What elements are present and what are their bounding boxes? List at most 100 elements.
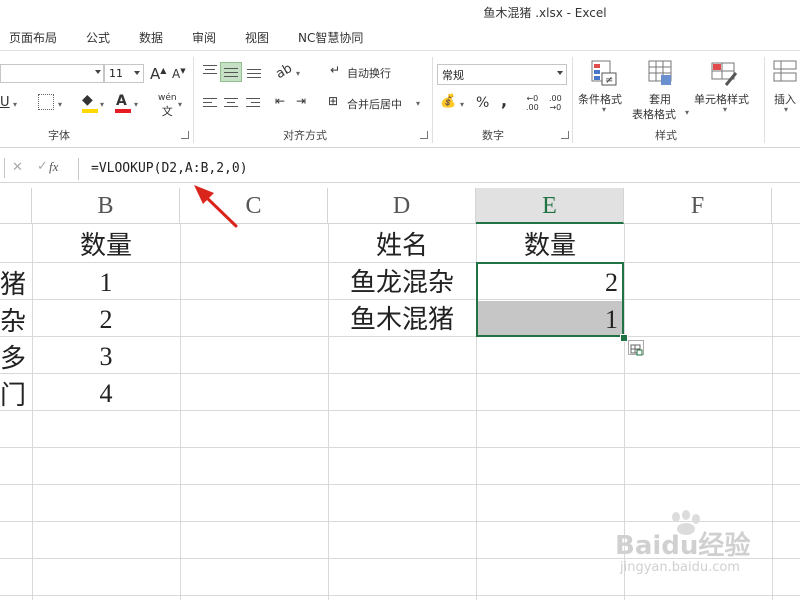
font-dialog-launcher-icon[interactable] xyxy=(181,131,189,139)
merge-dropdown-icon[interactable]: ▾ xyxy=(416,99,420,108)
comma-button[interactable]: , xyxy=(501,91,507,110)
tab-page-layout[interactable]: 页面布局 xyxy=(9,29,57,46)
cell-b5[interactable]: 4 xyxy=(32,375,180,412)
underline-dropdown-icon[interactable]: ▾ xyxy=(13,100,17,109)
enter-check-icon[interactable]: ✓ xyxy=(37,159,48,174)
shrink-font-label: A xyxy=(172,67,181,81)
orientation-icon[interactable]: ab xyxy=(273,61,295,82)
format-as-table-icon[interactable] xyxy=(647,59,675,87)
cell-styles-dropdown-icon[interactable]: ▾ xyxy=(723,105,727,114)
ribbon: 11 A▲ A▼ U ▾ ▾ ◆ ▾ A ▾ wén 文 ▾ 字体 ab ▾ ⇤ … xyxy=(0,50,800,148)
cell-a4[interactable]: 多 xyxy=(0,340,32,377)
cell-a2[interactable]: 猪 xyxy=(0,266,32,303)
font-color-icon[interactable]: A xyxy=(116,93,127,109)
cell-e1[interactable]: 数量 xyxy=(476,227,624,264)
group-separator xyxy=(193,57,194,143)
number-format-value: 常规 xyxy=(442,69,464,82)
phonetic-icon[interactable]: wén 文 xyxy=(158,93,177,119)
accounting-dropdown-icon[interactable]: ▾ xyxy=(460,100,464,109)
wrap-text-button[interactable]: 自动换行 xyxy=(347,65,391,81)
conditional-formatting-dropdown-icon[interactable]: ▾ xyxy=(602,105,606,114)
insert-function-icon[interactable]: fx xyxy=(49,159,58,175)
number-format-select[interactable]: 常规 xyxy=(437,64,567,85)
insert-cells-dropdown-icon[interactable]: ▾ xyxy=(784,105,788,114)
row-line xyxy=(0,595,800,596)
decrease-indent-icon[interactable]: ⇤ xyxy=(275,94,285,108)
svg-text:≠: ≠ xyxy=(605,75,613,86)
font-name-dropdown-icon[interactable] xyxy=(95,70,101,74)
increase-decimal-icon[interactable]: ←0.00 xyxy=(526,94,539,112)
tab-view[interactable]: 视图 xyxy=(245,29,269,46)
align-top-icon[interactable] xyxy=(203,65,217,77)
cell-b3[interactable]: 2 xyxy=(32,301,180,338)
font-size-select[interactable]: 11 xyxy=(104,64,144,83)
quick-analysis-icon[interactable] xyxy=(628,340,644,356)
font-name-select[interactable] xyxy=(0,64,104,83)
formula-input[interactable]: =VLOOKUP(D2,A:B,2,0) xyxy=(78,158,800,180)
cancel-icon[interactable]: ✕ xyxy=(12,160,23,175)
font-group-label: 字体 xyxy=(48,129,70,142)
tab-nc-collab[interactable]: NC智慧协同 xyxy=(298,29,363,46)
align-left-icon[interactable] xyxy=(203,98,217,110)
insert-cells-icon[interactable] xyxy=(772,59,800,87)
cell-b2[interactable]: 1 xyxy=(32,264,180,301)
decrease-decimal-icon[interactable]: .00 →0 xyxy=(549,94,562,112)
border-dropdown-icon[interactable]: ▾ xyxy=(58,100,62,109)
number-format-dropdown-icon xyxy=(557,71,563,75)
number-dialog-launcher-icon[interactable] xyxy=(561,131,569,139)
cell-d3[interactable]: 鱼木混猪 xyxy=(328,301,476,338)
format-as-table-dropdown-icon[interactable]: ▾ xyxy=(685,108,689,117)
font-color-dropdown-icon[interactable]: ▾ xyxy=(134,100,138,109)
column-header-b[interactable]: B xyxy=(32,188,180,224)
fill-handle[interactable] xyxy=(620,334,628,342)
column-header-d[interactable]: D xyxy=(328,188,476,224)
formula-bar: ✕ ✓ fx =VLOOKUP(D2,A:B,2,0) xyxy=(0,154,800,183)
column-header-c[interactable]: C xyxy=(180,188,328,224)
phonetic-dropdown-icon[interactable]: ▾ xyxy=(178,100,182,109)
ribbon-tabs: 页面布局 公式 数据 审阅 视图 NC智慧协同 xyxy=(0,24,800,50)
number-group-label: 数字 xyxy=(482,129,504,142)
cell-d2[interactable]: 鱼龙混杂 xyxy=(328,264,476,301)
conditional-formatting-button[interactable]: 条件格式 xyxy=(578,91,622,107)
shrink-font-button[interactable]: A▼ xyxy=(172,67,186,81)
tab-formulas[interactable]: 公式 xyxy=(86,29,110,46)
merge-center-button[interactable]: 合并后居中 xyxy=(347,96,402,112)
cell-a5[interactable]: 门 xyxy=(0,377,32,414)
column-header-g[interactable] xyxy=(772,188,800,224)
cell-b4[interactable]: 3 xyxy=(32,338,180,375)
wrap-text-icon[interactable]: ↵ xyxy=(330,63,340,77)
cell-d1[interactable]: 姓名 xyxy=(328,227,476,264)
grow-font-label: A xyxy=(150,65,161,83)
tab-data[interactable]: 数据 xyxy=(139,29,163,46)
cell-styles-button[interactable]: 单元格样式 xyxy=(694,91,749,107)
column-header-a[interactable] xyxy=(0,188,32,224)
border-icon[interactable] xyxy=(38,94,54,110)
column-header-f[interactable]: F xyxy=(624,188,772,224)
align-bottom-icon[interactable] xyxy=(247,67,261,79)
fill-color-dropdown-icon[interactable]: ▾ xyxy=(100,100,104,109)
cell-styles-icon[interactable] xyxy=(710,59,738,87)
selection-border xyxy=(476,262,624,337)
tab-review[interactable]: 审阅 xyxy=(192,29,216,46)
align-center-icon[interactable] xyxy=(224,98,238,110)
align-right-icon[interactable] xyxy=(246,98,260,110)
fill-color-icon[interactable]: ◆ xyxy=(82,92,93,108)
merge-center-icon[interactable]: ⊞ xyxy=(328,94,338,108)
cell-a3[interactable]: 杂 xyxy=(0,303,32,340)
cell-a3-text: 杂 xyxy=(0,307,27,336)
underline-button[interactable]: U xyxy=(0,95,10,110)
align-middle-icon[interactable] xyxy=(220,62,242,82)
orientation-dropdown-icon[interactable]: ▾ xyxy=(296,69,300,78)
accounting-format-icon[interactable]: 💰 xyxy=(440,94,456,109)
alignment-dialog-launcher-icon[interactable] xyxy=(420,131,428,139)
conditional-formatting-icon[interactable]: ≠ xyxy=(590,59,618,87)
column-header-e[interactable]: E xyxy=(476,188,624,224)
name-box-edge[interactable] xyxy=(0,158,5,178)
watermark-url: jingyan.baidu.com xyxy=(620,560,740,575)
percent-button[interactable]: % xyxy=(476,95,489,111)
cell-b1[interactable]: 数量 xyxy=(32,227,180,264)
format-as-table-label-1[interactable]: 套用 xyxy=(649,91,671,107)
increase-indent-icon[interactable]: ⇥ xyxy=(296,94,306,108)
format-as-table-button[interactable]: 表格格式 xyxy=(632,106,676,122)
grow-font-button[interactable]: A▲ xyxy=(150,65,166,83)
